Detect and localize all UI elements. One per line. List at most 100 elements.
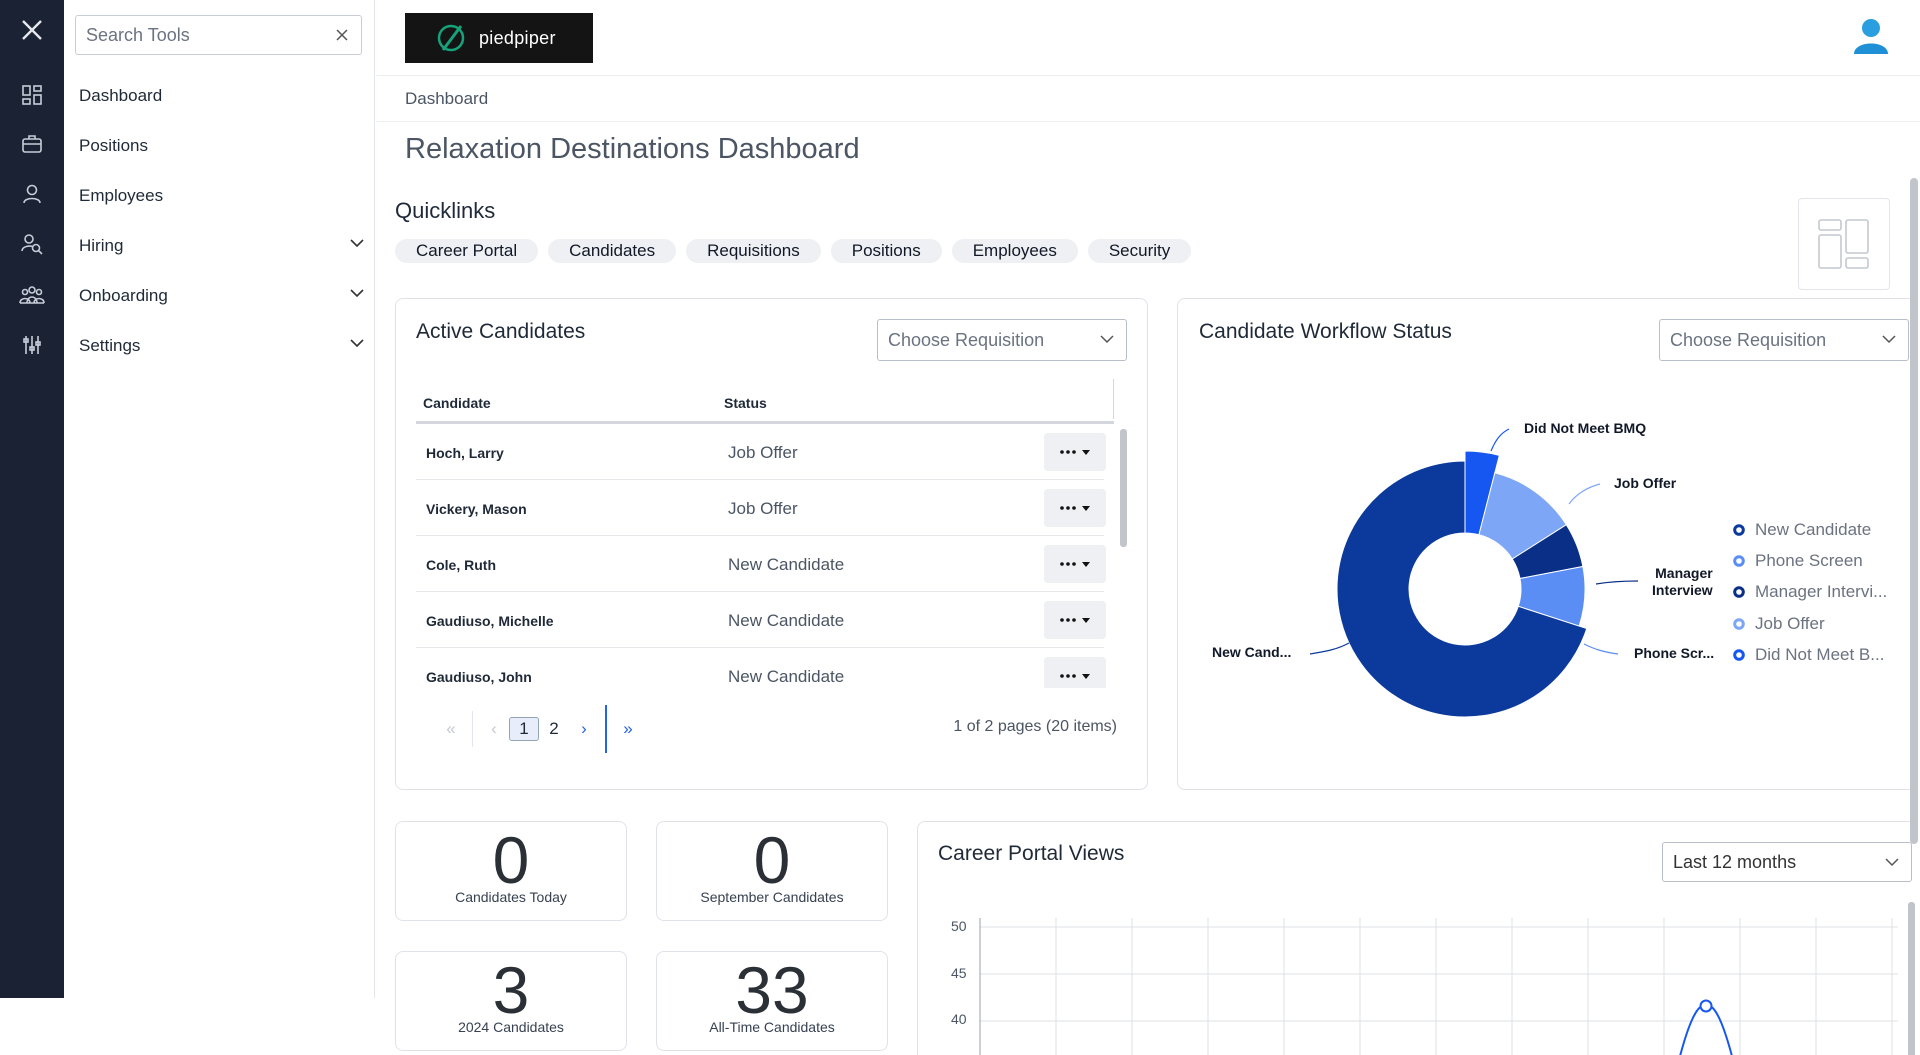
clear-icon[interactable] [333, 26, 351, 44]
nav-item-employees[interactable]: Employees [64, 171, 375, 221]
choose-requisition-select[interactable]: Choose Requisition [877, 319, 1127, 361]
nav-item-settings[interactable]: Settings [64, 321, 375, 371]
slice-label-line: Interview [1652, 582, 1713, 598]
page-1-button[interactable]: 1 [509, 717, 539, 741]
legend-item[interactable]: New Candidate [1733, 514, 1887, 545]
legend-dot-icon [1733, 649, 1745, 661]
legend-label: New Candidate [1755, 519, 1872, 539]
candidate-status: New Candidate [728, 667, 845, 686]
legend-label: Job Offer [1755, 613, 1825, 633]
legend-dot-icon [1733, 617, 1745, 630]
chart-legend: New Candidate Phone Screen Manager Inter… [1733, 514, 1887, 670]
nav-label: Employees [79, 186, 164, 205]
briefcase-icon[interactable] [0, 124, 64, 164]
stat-value: 0 [492, 823, 530, 897]
slice-label-manager: Manager Interview [1652, 565, 1713, 599]
table-row[interactable]: Gaudiuso, John New Candidate [416, 648, 1106, 688]
more-icon [1060, 562, 1076, 566]
row-actions-button[interactable] [1044, 601, 1106, 639]
nav-item-hiring[interactable]: Hiring [64, 221, 375, 271]
table-row[interactable]: Vickery, Mason Job Offer [416, 480, 1106, 536]
stat-value: 0 [753, 823, 791, 897]
slice-label-line: Manager [1655, 565, 1713, 581]
table-scrollbar[interactable] [1120, 429, 1127, 547]
quicklink-requisitions[interactable]: Requisitions [686, 239, 821, 263]
page-2-button[interactable]: 2 [539, 714, 569, 744]
leader-line [1583, 643, 1619, 655]
pagination: « ‹ 1 2 › » [436, 705, 643, 753]
select-value: Choose Requisition [888, 329, 1045, 350]
table-row[interactable]: Hoch, Larry Job Offer [416, 424, 1106, 480]
quicklink-candidates[interactable]: Candidates [548, 239, 677, 263]
page-title: Relaxation Destinations Dashboard [405, 133, 860, 165]
legend-label: Phone Screen [1755, 550, 1863, 570]
leader-line [1568, 483, 1601, 505]
column-divider [1113, 379, 1114, 419]
chart-scrollbar[interactable] [1908, 902, 1915, 1055]
quicklinks: Career Portal Candidates Requisitions Po… [395, 239, 1192, 263]
legend-item[interactable]: Phone Screen [1733, 545, 1887, 576]
logo[interactable]: piedpiper [405, 13, 593, 63]
stat-all-time-candidates[interactable]: 33 All-Time Candidates [656, 951, 888, 1051]
legend-dot-icon [1733, 586, 1745, 599]
table-row[interactable]: Gaudiuso, Michelle New Candidate [416, 592, 1106, 648]
next-page-button[interactable]: › [569, 714, 599, 744]
stat-month-candidates[interactable]: 0 September Candidates [656, 821, 888, 921]
career-portal-line-chart [979, 918, 1898, 1055]
leader-line [1490, 428, 1510, 452]
stat-candidates-today[interactable]: 0 Candidates Today [395, 821, 627, 921]
breadcrumb[interactable]: Dashboard [405, 89, 488, 109]
piedpiper-logo-icon [437, 24, 465, 52]
more-icon [1060, 618, 1076, 622]
user-avatar-icon[interactable] [1850, 14, 1892, 56]
views-data-point[interactable] [1699, 999, 1713, 1013]
nav-item-positions[interactable]: Positions [64, 121, 375, 171]
table-body: Hoch, Larry Job Offer Vickery, Mason Job… [416, 424, 1114, 688]
search-tools-field[interactable] [75, 15, 362, 55]
more-icon [1060, 506, 1076, 510]
row-actions-button[interactable] [1044, 489, 1106, 527]
stat-value: 3 [492, 953, 530, 1027]
quicklink-employees[interactable]: Employees [951, 239, 1078, 263]
last-page-button[interactable]: » [613, 714, 643, 744]
leader-line [1309, 642, 1350, 655]
stat-year-candidates[interactable]: 3 2024 Candidates [395, 951, 627, 1051]
team-icon[interactable] [0, 275, 64, 315]
stat-caption: All-Time Candidates [709, 1019, 835, 1035]
legend-item[interactable]: Job Offer [1733, 608, 1887, 639]
quicklink-security[interactable]: Security [1087, 239, 1192, 263]
nav-label: Settings [79, 336, 141, 355]
candidate-name: Gaudiuso, Michelle [426, 613, 554, 629]
search-input[interactable] [86, 24, 316, 46]
slice-label-did-not-meet: Did Not Meet BMQ [1524, 420, 1647, 436]
row-actions-button[interactable] [1044, 657, 1106, 688]
close-icon[interactable] [0, 10, 64, 50]
nav-label: Onboarding [79, 286, 168, 305]
dashboard-icon[interactable] [0, 75, 64, 115]
row-actions-button[interactable] [1044, 433, 1106, 471]
table-header: Candidate Status [416, 379, 1114, 424]
sliders-icon[interactable] [0, 325, 64, 365]
stat-value: 33 [735, 953, 809, 1027]
nav-item-onboarding[interactable]: Onboarding [64, 271, 375, 321]
column-candidate[interactable]: Candidate [423, 395, 491, 411]
column-status[interactable]: Status [724, 395, 767, 411]
caret-down-icon [1082, 617, 1090, 623]
nav-item-dashboard[interactable]: Dashboard [64, 71, 375, 121]
prev-page-button[interactable]: ‹ [479, 714, 509, 744]
first-page-button[interactable]: « [436, 714, 466, 744]
row-actions-button[interactable] [1044, 545, 1106, 583]
stat-caption: September Candidates [700, 889, 844, 905]
quicklink-positions[interactable]: Positions [830, 239, 942, 263]
legend-item[interactable]: Manager Intervi... [1733, 577, 1887, 608]
caret-down-icon [1082, 449, 1090, 455]
leader-line [1595, 580, 1639, 585]
quicklink-career-portal[interactable]: Career Portal [395, 239, 539, 263]
layout-button[interactable] [1798, 198, 1890, 290]
chevron-down-icon [350, 339, 364, 348]
page-scrollbar[interactable] [1910, 178, 1918, 844]
user-search-icon[interactable] [0, 224, 64, 264]
legend-item[interactable]: Did Not Meet B... [1733, 639, 1887, 670]
table-row[interactable]: Cole, Ruth New Candidate [416, 536, 1106, 592]
user-icon[interactable] [0, 174, 64, 214]
